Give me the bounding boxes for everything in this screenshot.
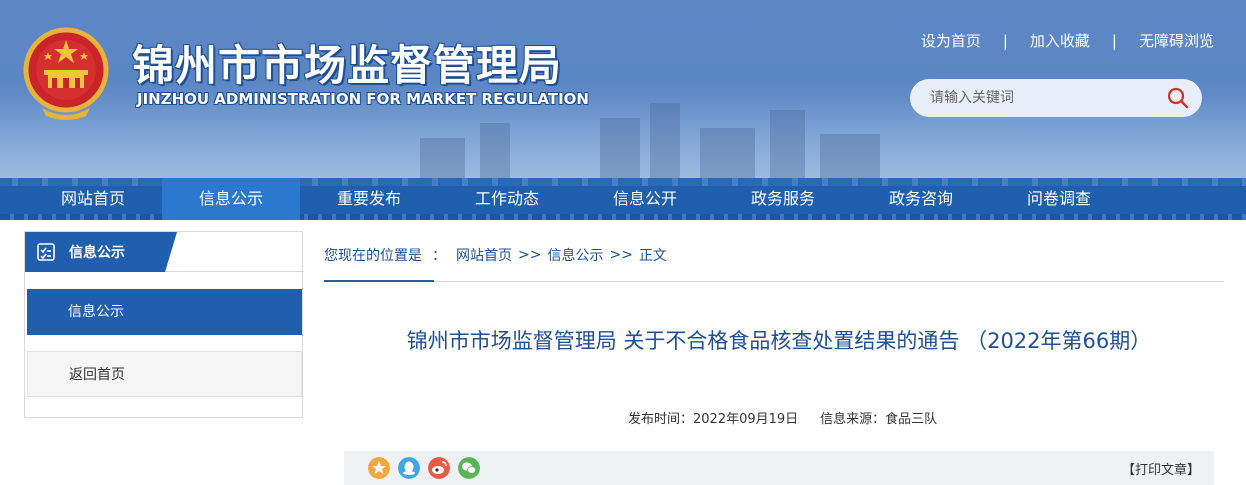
article-title: 锦州市市场监督管理局 关于不合格食品核查处置结果的通告 （2022年第66期） bbox=[406, 329, 1152, 353]
site-header: 锦州市市场监督管理局 JINZHOU ADMINISTRATION FOR MA… bbox=[0, 0, 1246, 178]
share-bar: 【打印文章】 bbox=[344, 451, 1214, 485]
nav-item-work-news[interactable]: 工作动态 bbox=[438, 178, 576, 220]
skyline-building bbox=[820, 134, 880, 178]
nav-item-public-info[interactable]: 信息公开 bbox=[576, 178, 714, 220]
search-box bbox=[910, 79, 1202, 117]
skyline-building bbox=[420, 138, 465, 178]
add-favorite-link[interactable]: 加入收藏 bbox=[1030, 30, 1090, 51]
breadcrumb-divider-accent bbox=[324, 280, 434, 282]
checklist-icon bbox=[37, 243, 55, 261]
sidebar-heading: 信息公示 bbox=[69, 245, 125, 261]
set-homepage-link[interactable]: 设为首页 bbox=[921, 30, 981, 51]
nav-item-consulting[interactable]: 政务咨询 bbox=[852, 178, 990, 220]
info-source: 信息来源：食品三队 bbox=[820, 412, 938, 427]
nav-item-home[interactable]: 网站首页 bbox=[24, 178, 162, 220]
top-links: 设为首页 | 加入收藏 | 无障碍浏览 bbox=[921, 30, 1214, 51]
sidebar-item-back-home[interactable]: 返回首页 bbox=[27, 351, 302, 397]
search-input[interactable] bbox=[930, 88, 1160, 108]
breadcrumb-current: 正文 bbox=[638, 248, 667, 264]
site-title: 锦州市市场监督管理局 bbox=[132, 41, 563, 90]
accessibility-link[interactable]: 无障碍浏览 bbox=[1139, 30, 1214, 51]
main-nav: 网站首页 信息公示 重要发布 工作动态 信息公开 政务服务 政务咨询 问卷调查 bbox=[0, 178, 1246, 220]
nav-item-announcements[interactable]: 重要发布 bbox=[300, 178, 438, 220]
breadcrumb-separator: >> bbox=[609, 247, 633, 263]
link-separator: | bbox=[1002, 31, 1008, 50]
breadcrumb-divider bbox=[324, 281, 1224, 282]
breadcrumb-prefix: 您现在的位置是 bbox=[324, 248, 422, 264]
sidebar-item-info-disclosure[interactable]: 信息公示 bbox=[27, 289, 302, 335]
wechat-icon[interactable] bbox=[458, 457, 480, 479]
sidebar-header: 信息公示 bbox=[25, 232, 304, 272]
skyline-building bbox=[600, 118, 640, 178]
nav-item-info-disclosure[interactable]: 信息公示 bbox=[162, 178, 300, 220]
breadcrumb-colon: ： bbox=[432, 248, 446, 264]
skyline-building bbox=[700, 128, 755, 178]
weibo-icon[interactable] bbox=[428, 457, 450, 479]
breadcrumb-home[interactable]: 网站首页 bbox=[456, 245, 512, 265]
publish-date: 发布时间：2022年09月19日 bbox=[628, 412, 799, 427]
qq-icon[interactable] bbox=[398, 457, 420, 479]
nav-item-survey[interactable]: 问卷调查 bbox=[990, 178, 1128, 220]
breadcrumb-info-disclosure[interactable]: 信息公示 bbox=[547, 245, 603, 265]
article-meta: 发布时间：2022年09月19日 信息来源：食品三队 bbox=[628, 408, 937, 427]
qzone-icon[interactable] bbox=[368, 457, 390, 479]
skyline-building bbox=[650, 103, 680, 178]
national-emblem-icon bbox=[23, 27, 109, 120]
skyline-building bbox=[480, 123, 510, 178]
skyline-building bbox=[770, 110, 805, 178]
print-article-link[interactable]: 【打印文章】 bbox=[1122, 459, 1200, 478]
link-separator: | bbox=[1111, 31, 1117, 50]
search-icon[interactable] bbox=[1166, 86, 1190, 110]
site-title-english: JINZHOU ADMINISTRATION FOR MARKET REGULA… bbox=[137, 90, 589, 108]
sidebar: 信息公示 信息公示 返回首页 bbox=[24, 231, 304, 418]
nav-item-services[interactable]: 政务服务 bbox=[714, 178, 852, 220]
breadcrumb: 您现在的位置是 ： 网站首页 >> 信息公示 >> 正文 bbox=[324, 245, 667, 265]
breadcrumb-separator: >> bbox=[518, 247, 542, 263]
